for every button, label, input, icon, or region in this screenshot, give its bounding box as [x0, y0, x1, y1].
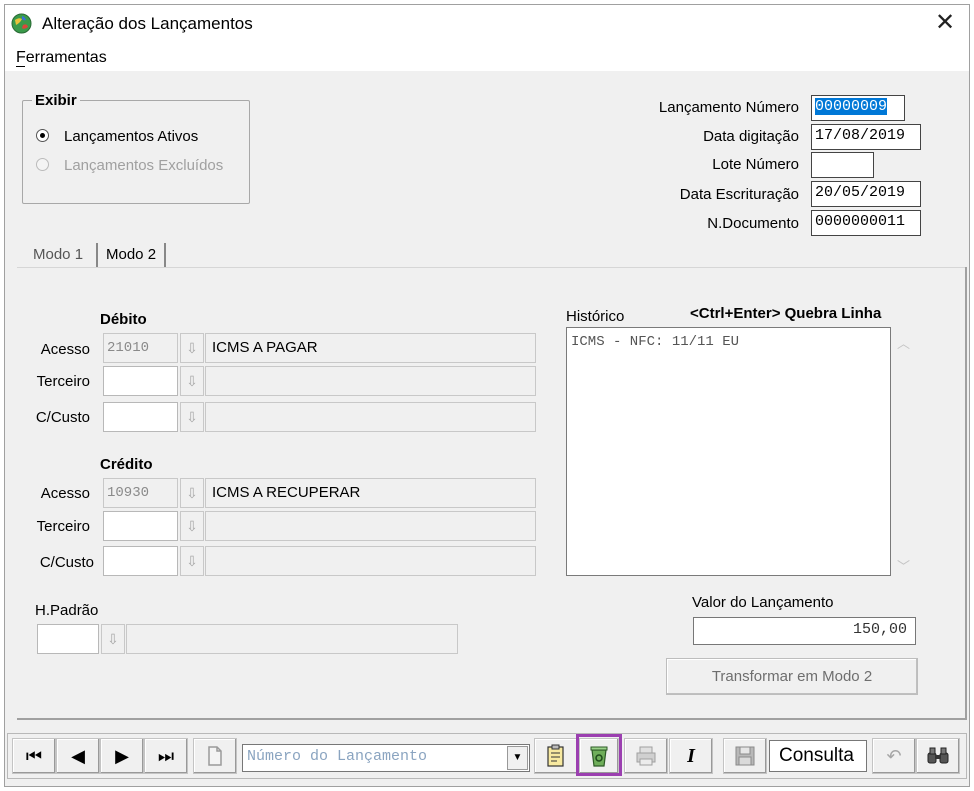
chevron-down-icon[interactable]: ▼ — [507, 746, 528, 770]
mode-indicator: Consulta — [769, 740, 867, 772]
radio-lancamentos-ativos-label[interactable]: Lançamentos Ativos — [64, 128, 198, 145]
debito-acesso-code[interactable]: 21010 — [103, 333, 178, 363]
app-globe-icon — [11, 13, 32, 34]
menu-bar — [5, 45, 969, 71]
credito-ccusto-lookup-icon[interactable]: ⇩ — [180, 546, 204, 576]
window-title: Alteração dos Lançamentos — [42, 14, 253, 33]
undo-icon[interactable]: ↶ — [872, 738, 916, 774]
exibir-title: Exibir — [32, 92, 80, 109]
menu-ferramentas-label: Ferramentas — [16, 49, 107, 66]
data-escrituracao-field[interactable]: 20/05/2019 — [811, 181, 921, 207]
close-icon[interactable]: ✕ — [931, 9, 959, 37]
printer-icon[interactable] — [624, 738, 668, 774]
credito-acesso-desc: ICMS A RECUPERAR — [205, 478, 536, 508]
italic-icon[interactable]: I — [669, 738, 713, 774]
debito-ccusto-lookup-icon[interactable]: ⇩ — [180, 402, 204, 432]
tab-separator — [96, 243, 98, 267]
tab-separator-2 — [164, 243, 166, 267]
tab-panel-bottom-shadow — [17, 718, 967, 720]
debito-ccusto-input[interactable] — [103, 402, 178, 432]
lancamento-numero-value: 00000009 — [815, 98, 888, 115]
tab-modo-1[interactable]: Modo 1 — [27, 241, 89, 268]
save-disk-icon[interactable] — [723, 738, 767, 774]
debito-ccusto-desc — [205, 402, 536, 432]
tab-modo-2[interactable]: Modo 2 — [100, 241, 162, 268]
transformar-modo2-button[interactable]: Transformar em Modo 2 — [666, 658, 918, 695]
debito-terceiro-input[interactable] — [103, 366, 178, 396]
scroll-up-icon[interactable]: ︿ — [897, 333, 910, 352]
radio-lancamentos-excluidos — [36, 158, 49, 171]
prev-record-icon[interactable]: ◀ — [56, 738, 100, 774]
credito-terceiro-lookup-icon[interactable]: ⇩ — [180, 511, 204, 541]
selection-highlight — [576, 734, 622, 776]
debito-ccusto-label: C/Custo — [35, 409, 90, 426]
exibir-group — [22, 100, 250, 204]
credito-acesso-label: Acesso — [40, 485, 90, 502]
lancamento-numero-field[interactable]: 00000009 — [811, 95, 905, 121]
clipboard-edit-icon[interactable] — [534, 738, 578, 774]
menu-ferramentas[interactable]: Ferramentas — [16, 49, 107, 67]
hpadrao-label: H.Padrão — [35, 602, 99, 619]
credito-acesso-lookup-icon[interactable]: ⇩ — [180, 478, 204, 508]
historico-hint: <Ctrl+Enter> Quebra Linha — [690, 305, 882, 322]
n-documento-field[interactable]: 0000000011 — [811, 210, 921, 236]
credito-terceiro-input[interactable] — [103, 511, 178, 541]
italic-glyph: I — [687, 745, 695, 767]
last-record-icon[interactable]: ⏭ — [144, 738, 188, 774]
credito-ccusto-desc — [205, 546, 536, 576]
radio-lancamentos-ativos[interactable] — [36, 129, 49, 142]
hpadrao-lookup-icon[interactable]: ⇩ — [101, 624, 125, 654]
next-record-icon[interactable]: ▶ — [100, 738, 144, 774]
debito-terceiro-lookup-icon[interactable]: ⇩ — [180, 366, 204, 396]
credito-terceiro-desc — [205, 511, 536, 541]
debito-acesso-lookup-icon[interactable]: ⇩ — [180, 333, 204, 363]
n-documento-label: N.Documento — [707, 215, 799, 232]
credito-acesso-code[interactable]: 10930 — [103, 478, 178, 508]
debito-terceiro-label: Terceiro — [36, 373, 90, 390]
scroll-down-icon[interactable]: ﹀ — [897, 556, 910, 575]
hpadrao-input[interactable] — [37, 624, 99, 654]
numero-lancamento-placeholder: Número do Lançamento — [247, 748, 428, 765]
data-digitacao-label: Data digitação — [703, 128, 799, 145]
credito-ccusto-input[interactable] — [103, 546, 178, 576]
first-record-icon[interactable]: ⏮ — [12, 738, 56, 774]
historico-textarea[interactable]: ICMS - NFC: 11/11 EU — [566, 327, 891, 576]
valor-field[interactable]: 150,00 — [693, 617, 916, 645]
tab-modo-2-label: Modo 2 — [106, 246, 157, 263]
credito-terceiro-label: Terceiro — [36, 518, 90, 535]
debito-acesso-label: Acesso — [40, 341, 90, 358]
hpadrao-desc — [126, 624, 458, 654]
lancamento-numero-label: Lançamento Número — [658, 99, 799, 116]
debito-acesso-desc: ICMS A PAGAR — [205, 333, 536, 363]
credito-title: Crédito — [100, 456, 153, 473]
debito-terceiro-desc — [205, 366, 536, 396]
valor-label: Valor do Lançamento — [692, 594, 834, 611]
historico-label: Histórico — [566, 308, 625, 325]
menu-ferramentas-mnemonic — [16, 66, 25, 67]
lote-numero-field[interactable] — [811, 152, 874, 178]
lote-numero-label: Lote Número — [712, 156, 799, 173]
credito-ccusto-label: C/Custo — [39, 554, 94, 571]
debito-title: Débito — [100, 311, 147, 328]
tab-modo-1-label: Modo 1 — [33, 246, 84, 263]
new-document-icon[interactable] — [193, 738, 237, 774]
data-digitacao-field[interactable]: 17/08/2019 — [811, 124, 921, 150]
binoculars-icon[interactable] — [916, 738, 960, 774]
historico-text: ICMS - NFC: 11/11 EU — [571, 334, 740, 350]
data-escrituracao-label: Data Escrituração — [679, 186, 799, 203]
radio-lancamentos-excluidos-label: Lançamentos Excluídos — [64, 157, 224, 174]
tab-panel-right-shadow — [965, 267, 967, 719]
